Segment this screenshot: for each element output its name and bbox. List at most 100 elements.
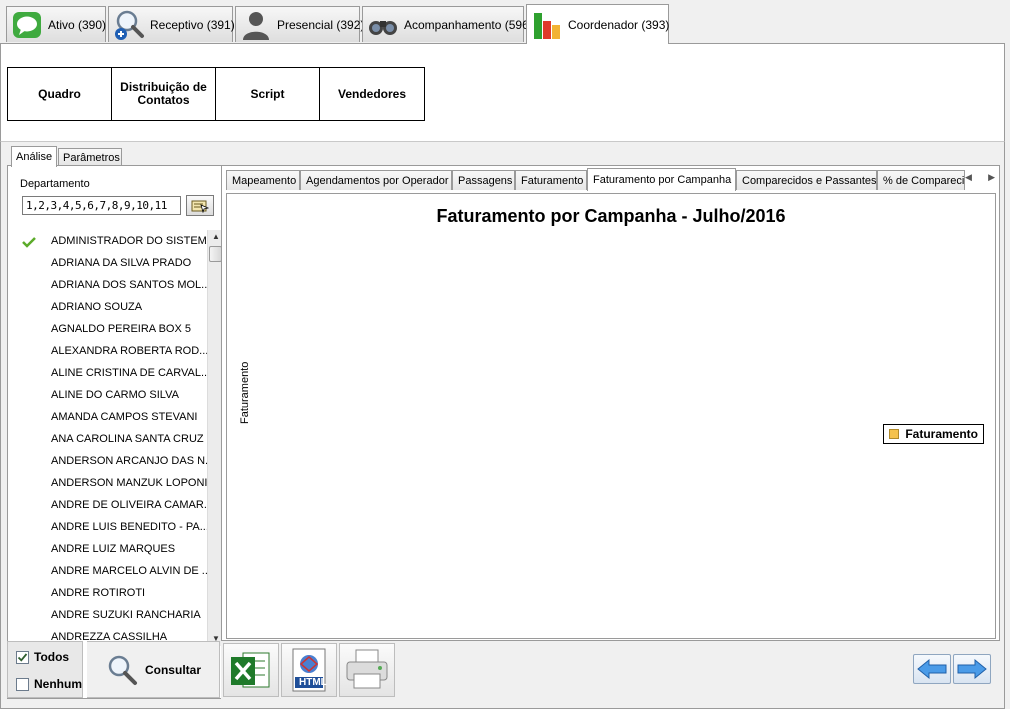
coordinator-panel: Quadro Distribuição de Contatos Script V… xyxy=(0,43,1005,142)
quadro-button[interactable]: Quadro xyxy=(8,68,112,120)
chart-y-axis-label: Faturamento xyxy=(239,361,251,424)
operator-name: ALINE CRISTINA DE CARVAL... xyxy=(51,367,207,379)
export-html-button[interactable]: HTML xyxy=(281,643,337,697)
tab-label: Ativo (390) xyxy=(48,17,107,32)
list-item[interactable]: AGNALDO PEREIRA BOX 5 xyxy=(22,318,207,340)
tab-acompanhamento[interactable]: Acompanhamento (596) xyxy=(362,6,533,42)
operator-name: ANDERSON MANZUK LOPONI... xyxy=(51,477,207,489)
operator-name: ADRIANA DA SILVA PRADO xyxy=(51,257,192,269)
select-all-checkbox[interactable] xyxy=(16,650,29,664)
operator-name: AGNALDO PEREIRA BOX 5 xyxy=(51,323,191,335)
distribuicao-contatos-button[interactable]: Distribuição de Contatos xyxy=(112,68,216,120)
tab-presencial[interactable]: Presencial (392) xyxy=(235,6,364,42)
department-label: Departamento xyxy=(20,178,90,190)
tab-agendamentos-por-operador[interactable]: Agendamentos por Operador xyxy=(300,170,452,190)
operator-name: ANA CAROLINA SANTA CRUZ xyxy=(51,433,204,445)
department-picker-button[interactable] xyxy=(186,195,214,216)
operator-name: ADRIANO SOUZA xyxy=(51,301,143,313)
operator-name: ANDERSON ARCANJO DAS N... xyxy=(51,455,207,467)
list-item[interactable]: ANDERSON MANZUK LOPONI... xyxy=(22,472,207,494)
list-item[interactable]: ADRIANA DOS SANTOS MOL... xyxy=(22,274,207,296)
consultar-label: Consultar xyxy=(144,662,201,677)
arrow-left-icon xyxy=(917,658,947,680)
list-item[interactable]: ALINE DO CARMO SILVA xyxy=(22,384,207,406)
tab-faturamento[interactable]: Faturamento xyxy=(515,170,587,190)
next-button[interactable] xyxy=(953,654,991,684)
list-item[interactable]: ADRIANO SOUZA xyxy=(22,296,207,318)
excel-icon xyxy=(231,652,270,688)
tab-scroll-left-icon[interactable]: ◀ xyxy=(965,172,972,188)
operator-name: ANDRE DE OLIVEIRA CAMAR... xyxy=(51,499,207,511)
list-item[interactable]: AMANDA CAMPOS STEVANI xyxy=(22,406,207,428)
select-all-toggle[interactable]: Todos xyxy=(16,647,69,667)
tab-faturamento-por-campanha[interactable]: Faturamento por Campanha xyxy=(587,168,736,191)
checkmark-icon xyxy=(22,234,36,252)
list-item[interactable]: ADRIANA DA SILVA PRADO xyxy=(22,252,207,274)
operator-name: ALEXANDRA ROBERTA ROD... xyxy=(51,345,207,357)
print-button[interactable] xyxy=(339,643,395,697)
department-input[interactable]: 1,2,3,4,5,6,7,8,9,10,11 xyxy=(22,196,181,215)
chat-bubble-icon xyxy=(13,11,41,38)
list-item[interactable]: ADMINISTRADOR DO SISTEMA xyxy=(22,230,207,252)
select-none-toggle[interactable]: Nenhum xyxy=(16,674,82,694)
binoculars-icon xyxy=(369,20,397,35)
legend-label: Faturamento xyxy=(905,427,978,441)
tab-label: Receptivo (391) xyxy=(150,17,235,32)
tab-label: Coordenador (393) xyxy=(568,17,670,32)
select-all-label: Todos xyxy=(34,650,70,664)
checkmark-icon xyxy=(17,652,28,662)
script-button[interactable]: Script xyxy=(216,68,320,120)
selection-box: Todos Nenhum xyxy=(7,641,83,698)
select-none-label: Nenhum xyxy=(34,677,82,691)
tab-label: Acompanhamento (596) xyxy=(404,17,533,32)
select-none-checkbox[interactable] xyxy=(16,677,29,691)
tab-label: Presencial (392) xyxy=(277,17,365,32)
module-tab-bar: Ativo (390) Receptivo (391) Presencial (… xyxy=(0,0,1010,44)
arrow-right-icon xyxy=(957,658,987,680)
list-item[interactable]: ALEXANDRA ROBERTA ROD... xyxy=(22,340,207,362)
tab-analise[interactable]: Análise xyxy=(11,146,57,167)
analysis-area: Análise Parâmetros Departamento 1,2,3,4,… xyxy=(0,141,1005,709)
chart-panel: Mapeamento Agendamentos por Operador Pas… xyxy=(221,165,1000,641)
list-item[interactable]: ANDREZZA CASSILHA xyxy=(22,626,207,642)
list-item[interactable]: ANDRE DE OLIVEIRA CAMAR... xyxy=(22,494,207,516)
list-item[interactable]: ANDRE LUIZ MARQUES xyxy=(22,538,207,560)
tab-passagens[interactable]: Passagens xyxy=(452,170,515,190)
operator-name: ADRIANA DOS SANTOS MOL... xyxy=(51,279,207,291)
operator-name: ANDRE LUIS BENEDITO - PA... xyxy=(51,521,207,533)
previous-button[interactable] xyxy=(913,654,951,684)
tab-percentual-comparecidos[interactable]: % de Comparecid xyxy=(877,170,965,190)
main-button-group: Quadro Distribuição de Contatos Script V… xyxy=(7,67,425,121)
scroll-up-icon[interactable]: ▲ xyxy=(212,232,220,242)
tab-scroll-right-icon[interactable]: ▶ xyxy=(988,172,995,188)
filter-panel: Departamento 1,2,3,4,5,6,7,8,9,10,11 ADM… xyxy=(7,165,225,699)
export-toolbar: HTML xyxy=(221,641,1000,699)
list-item[interactable]: ANDERSON ARCANJO DAS N... xyxy=(22,450,207,472)
list-item[interactable]: ANDRE ROTIROTI xyxy=(22,582,207,604)
operator-name: ALINE DO CARMO SILVA xyxy=(51,389,179,401)
tab-ativo[interactable]: Ativo (390) xyxy=(6,6,106,42)
tab-receptivo[interactable]: Receptivo (391) xyxy=(108,6,235,42)
list-item[interactable]: ANA CAROLINA SANTA CRUZ xyxy=(22,428,207,450)
tab-mapeamento[interactable]: Mapeamento xyxy=(226,170,300,190)
operator-name: ANDRE ROTIROTI xyxy=(51,587,146,599)
consultar-button[interactable]: Consultar xyxy=(87,641,220,698)
list-item[interactable]: ANDRE MARCELO ALVIN DE ... xyxy=(22,560,207,582)
tab-coordenador[interactable]: Coordenador (393) xyxy=(526,4,669,44)
operator-name: ADMINISTRADOR DO SISTEMA xyxy=(51,235,207,247)
magnifier-icon xyxy=(108,655,137,685)
operator-name: AMANDA CAMPOS STEVANI xyxy=(51,411,198,423)
magnifier-plus-icon xyxy=(115,10,144,40)
chart-legend: Faturamento xyxy=(883,424,984,444)
list-item[interactable]: ANDRE LUIS BENEDITO - PA... xyxy=(22,516,207,538)
list-item[interactable]: ALINE CRISTINA DE CARVAL... xyxy=(22,362,207,384)
html-label: HTML xyxy=(299,677,327,688)
tab-scroll-arrows: ◀ ▶ xyxy=(965,172,995,188)
operator-list[interactable]: ADMINISTRADOR DO SISTEMA ADRIANA DA SILVA… xyxy=(22,230,207,642)
operator-name: ANDRE MARCELO ALVIN DE ... xyxy=(51,565,207,577)
operator-name: ANDRE LUIZ MARQUES xyxy=(51,543,176,555)
list-item[interactable]: ANDRE SUZUKI RANCHARIA xyxy=(22,604,207,626)
vendedores-button[interactable]: Vendedores xyxy=(320,68,424,120)
tab-comparecidos-e-passantes[interactable]: Comparecidos e Passantes xyxy=(736,170,877,190)
export-excel-button[interactable] xyxy=(223,643,279,697)
